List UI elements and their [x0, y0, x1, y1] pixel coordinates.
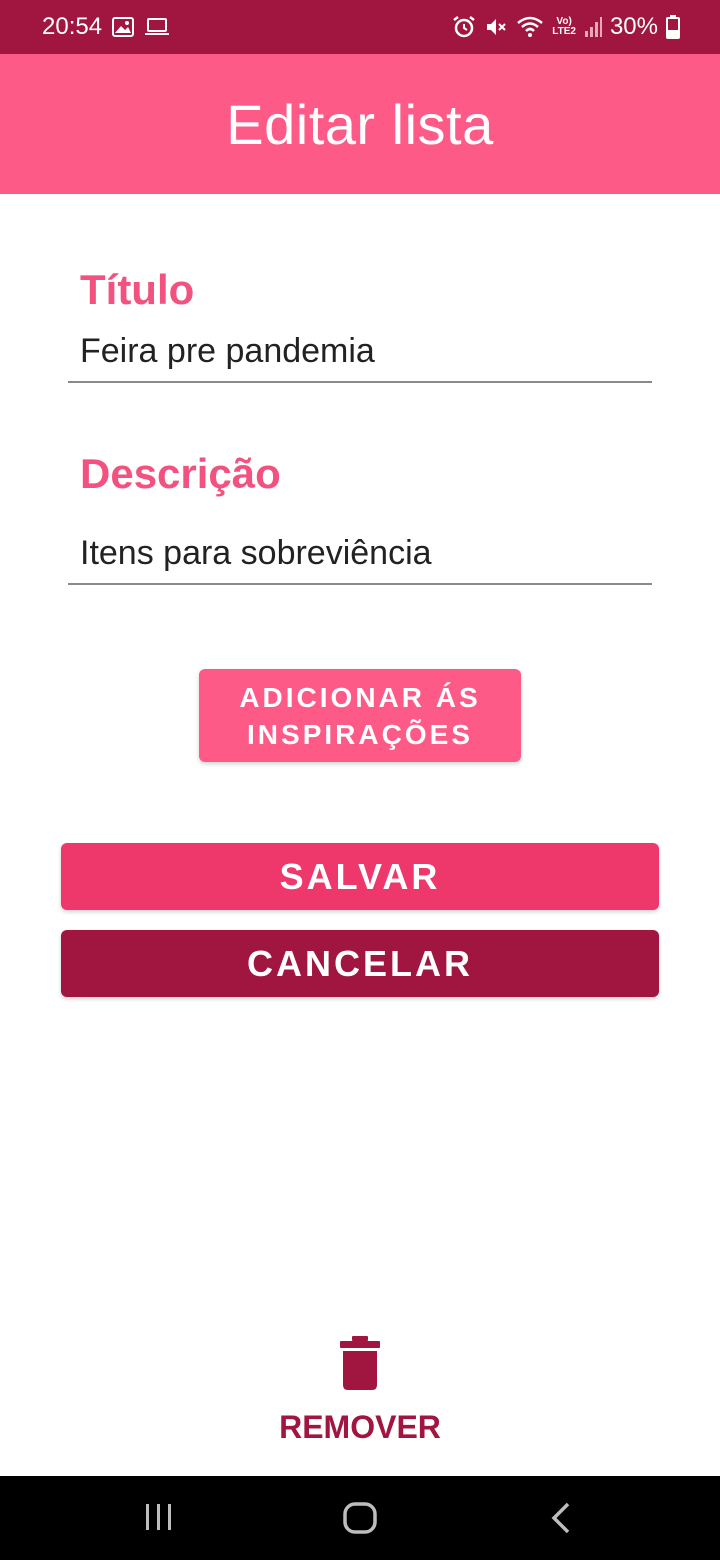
description-input[interactable] — [68, 534, 652, 585]
add-to-inspirations-label-line1: ADICIONAR ÁS — [239, 681, 481, 713]
home-icon[interactable] — [342, 1498, 378, 1543]
laptop-icon — [144, 17, 170, 37]
cancel-button[interactable]: CANCELAR — [61, 930, 659, 997]
navigation-bar — [0, 1476, 720, 1560]
network-badge: Vo) LTE2 — [552, 17, 576, 37]
save-button[interactable]: SALVAR — [61, 843, 659, 910]
remove-button[interactable]: REMOVER — [260, 1336, 460, 1456]
status-left: 20:54 — [42, 12, 170, 42]
battery-icon — [666, 15, 680, 39]
trash-icon — [338, 1336, 382, 1395]
add-to-inspirations-button[interactable]: ADICIONAR ÁS INSPIRAÇÕES — [199, 669, 521, 762]
wifi-icon — [516, 15, 544, 39]
status-right: Vo) LTE2 30% — [452, 12, 680, 42]
page-title: Editar lista — [226, 92, 494, 156]
status-time: 20:54 — [42, 13, 103, 40]
recent-apps-icon[interactable] — [144, 1498, 174, 1543]
back-icon[interactable] — [548, 1498, 574, 1543]
app-bar: Editar lista — [0, 54, 720, 194]
remove-label: REMOVER — [279, 1409, 441, 1445]
battery-percent: 30% — [609, 13, 658, 40]
add-to-inspirations-label-line2: INSPIRAÇÕES — [247, 718, 473, 750]
description-label: Descrição — [80, 450, 281, 497]
status-bar: 20:54 Vo) LTE2 30% — [0, 0, 720, 54]
alarm-icon — [452, 15, 476, 39]
network-badge-bottom: LTE2 — [552, 26, 576, 37]
mute-icon — [484, 15, 508, 39]
signal-icon — [584, 16, 602, 38]
title-input[interactable] — [68, 332, 652, 383]
title-label: Título — [80, 266, 195, 313]
gallery-icon — [112, 17, 135, 37]
